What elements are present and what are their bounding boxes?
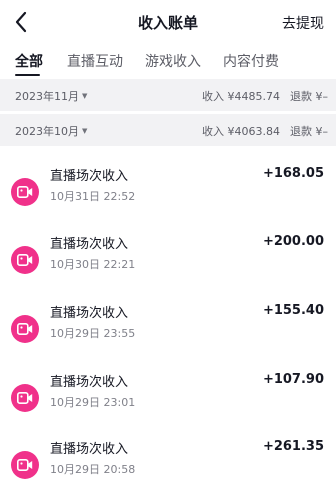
list-item[interactable]: 直播场次收入 10月29日 23:01 +107.90 xyxy=(0,364,336,432)
entry-title: 直播场次收入 xyxy=(50,169,129,184)
entry-amount: +200.00 xyxy=(262,234,324,249)
tab-all[interactable]: 全部 xyxy=(15,51,43,71)
video-camera-icon xyxy=(11,246,39,274)
entry-time: 10月31日 22:52 xyxy=(50,190,136,203)
entry-amount: +155.40 xyxy=(262,303,324,318)
month-summary: 收入 ¥4485.74 退款 ¥– xyxy=(202,88,328,104)
entry-title: 直播场次收入 xyxy=(50,442,129,457)
list-item[interactable]: 直播场次收入 10月29日 20:58 +261.35 xyxy=(0,431,336,485)
month-selector: 2023年10月 ▼ xyxy=(15,123,87,139)
video-camera-icon xyxy=(11,178,39,206)
entry-time: 10月29日 23:55 xyxy=(50,327,136,340)
caret-down-icon: ▼ xyxy=(82,127,88,135)
month-income: 收入 ¥4485.74 xyxy=(202,90,280,103)
month-refund: 退款 ¥– xyxy=(290,90,328,103)
tab-paid-content[interactable]: 内容付费 xyxy=(223,51,279,71)
entry-amount: +261.35 xyxy=(262,439,324,454)
entry-title: 直播场次收入 xyxy=(50,375,129,390)
month-summary: 收入 ¥4063.84 退款 ¥– xyxy=(202,123,328,139)
tab-game-income[interactable]: 游戏收入 xyxy=(145,51,201,71)
video-camera-icon xyxy=(11,451,39,479)
month-header-2023-11[interactable]: 2023年11月 ▼ 收入 ¥4485.74 退款 ¥– xyxy=(0,79,336,111)
entry-title: 直播场次收入 xyxy=(50,237,129,252)
video-camera-icon xyxy=(11,384,39,412)
tab-live-interaction[interactable]: 直播互动 xyxy=(67,51,123,71)
entry-time: 10月29日 20:58 xyxy=(50,463,136,476)
entry-title: 直播场次收入 xyxy=(50,306,129,321)
month-refund: 退款 ¥– xyxy=(290,125,328,138)
video-camera-icon xyxy=(11,315,39,343)
list-item[interactable]: 直播场次收入 10月30日 22:21 +200.00 xyxy=(0,226,336,294)
month-income: 收入 ¥4063.84 xyxy=(202,125,280,138)
top-nav-bar: 收入账单 去提现 xyxy=(0,0,336,44)
active-tab-indicator xyxy=(15,74,40,76)
withdraw-button[interactable]: 去提现 xyxy=(282,13,324,33)
entry-amount: +107.90 xyxy=(262,372,324,387)
month-label: 2023年11月 xyxy=(15,90,79,103)
month-selector: 2023年11月 ▼ xyxy=(15,88,87,104)
list-item[interactable]: 直播场次收入 10月31日 22:52 +168.05 xyxy=(0,158,336,226)
entry-amount: +168.05 xyxy=(262,166,324,181)
category-tabs: 全部 直播互动 游戏收入 内容付费 xyxy=(0,44,336,78)
month-label: 2023年10月 xyxy=(15,125,79,138)
list-item[interactable]: 直播场次收入 10月29日 23:55 +155.40 xyxy=(0,295,336,363)
month-header-2023-10[interactable]: 2023年10月 ▼ 收入 ¥4063.84 退款 ¥– xyxy=(0,114,336,146)
entry-time: 10月29日 23:01 xyxy=(50,396,136,409)
caret-down-icon: ▼ xyxy=(82,92,88,100)
entry-time: 10月30日 22:21 xyxy=(50,258,136,271)
